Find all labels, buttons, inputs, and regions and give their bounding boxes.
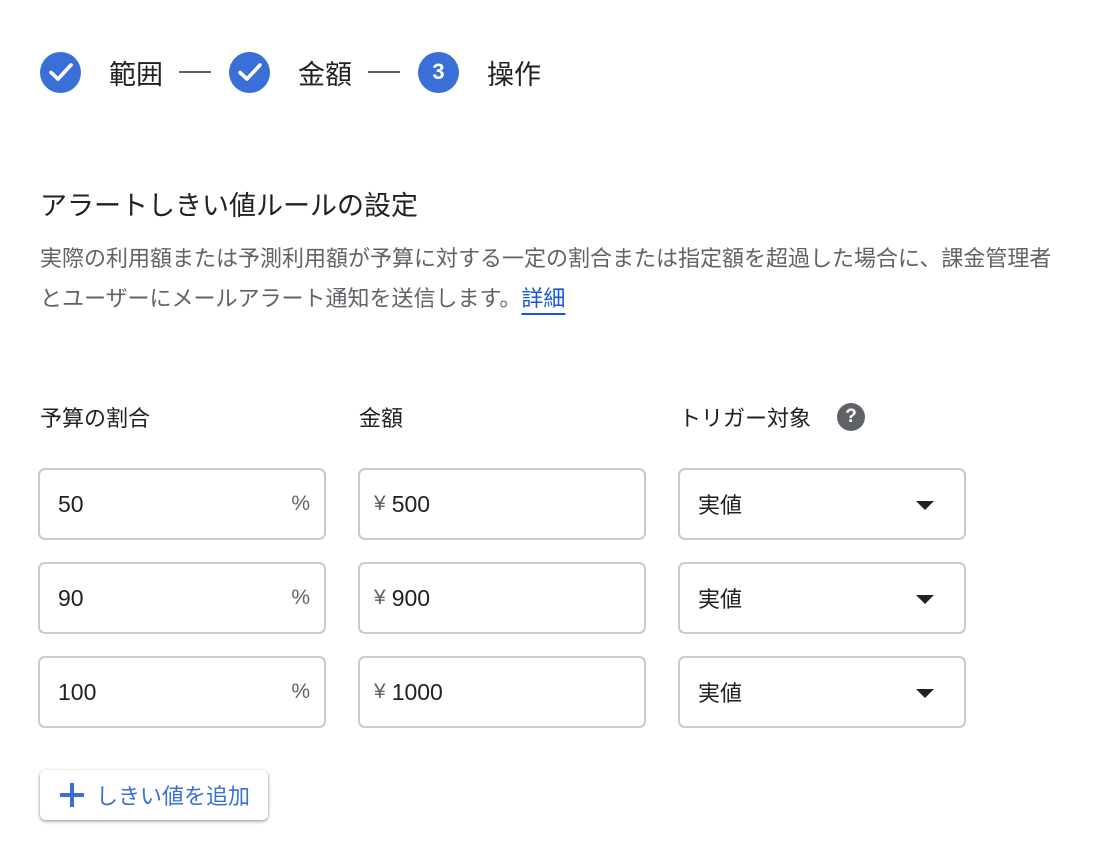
trigger-select[interactable]: 実値 (678, 468, 966, 540)
add-threshold-button[interactable]: しきい値を追加 (40, 770, 269, 820)
amount-input[interactable]: ¥ 500 (358, 468, 646, 540)
step-amount[interactable]: 金額 (229, 51, 352, 93)
amount-value: 900 (391, 584, 431, 611)
percent-suffix: % (291, 680, 310, 703)
percent-input[interactable]: 100 % (38, 656, 326, 728)
percent-value: 90 (58, 584, 84, 611)
step-label: 金額 (298, 59, 352, 91)
amount-value: 1000 (391, 678, 443, 705)
step-label: 操作 (487, 59, 541, 91)
dropdown-arrow-icon (916, 689, 934, 698)
percent-suffix: % (291, 586, 310, 609)
percent-value: 100 (58, 678, 97, 705)
step-separator (368, 71, 400, 73)
currency-prefix: ¥ (374, 492, 386, 515)
trigger-select[interactable]: 実値 (678, 656, 966, 728)
trigger-value: 実値 (698, 588, 743, 613)
learn-more-link[interactable]: 詳細 (521, 287, 565, 312)
amount-value: 500 (391, 490, 431, 517)
percent-suffix: % (291, 492, 310, 515)
section-description: 実際の利用額または予測利用額が予算に対する一定の割合または指定額を超過した場合に… (40, 240, 1065, 320)
budget-alert-page: 範囲 金額 3 操作 アラートしきい値ルールの設定 実際の利用額または予測利用額… (0, 0, 1098, 854)
amount-input[interactable]: ¥ 1000 (358, 656, 646, 728)
help-icon[interactable]: ? (837, 403, 866, 431)
currency-prefix: ¥ (374, 586, 386, 609)
step-label: 範囲 (109, 59, 163, 91)
step-number: 3 (418, 51, 459, 93)
column-header-amount: 金額 (359, 407, 404, 432)
column-header-trigger-label: トリガー対象 (679, 407, 812, 432)
check-icon (229, 51, 270, 93)
percent-input[interactable]: 90 % (38, 562, 326, 634)
stepper: 範囲 金額 3 操作 (40, 50, 541, 94)
check-icon (40, 51, 81, 93)
plus-icon (60, 783, 84, 807)
trigger-select[interactable]: 実値 (678, 562, 966, 634)
step-scope[interactable]: 範囲 (40, 51, 163, 93)
add-threshold-label: しきい値を追加 (96, 785, 251, 810)
percent-input[interactable]: 50 % (38, 468, 326, 540)
dropdown-arrow-icon (916, 501, 934, 510)
amount-input[interactable]: ¥ 900 (358, 562, 646, 634)
currency-prefix: ¥ (374, 680, 386, 703)
step-actions[interactable]: 3 操作 (418, 51, 541, 93)
percent-value: 50 (58, 490, 84, 517)
trigger-value: 実値 (698, 682, 743, 707)
step-separator (179, 71, 211, 73)
trigger-value: 実値 (698, 494, 743, 519)
column-header-percent: 予算の割合 (40, 407, 151, 432)
dropdown-arrow-icon (916, 595, 934, 604)
section-title: アラートしきい値ルールの設定 (40, 191, 418, 222)
column-header-trigger: トリガー対象 ? (679, 401, 866, 433)
